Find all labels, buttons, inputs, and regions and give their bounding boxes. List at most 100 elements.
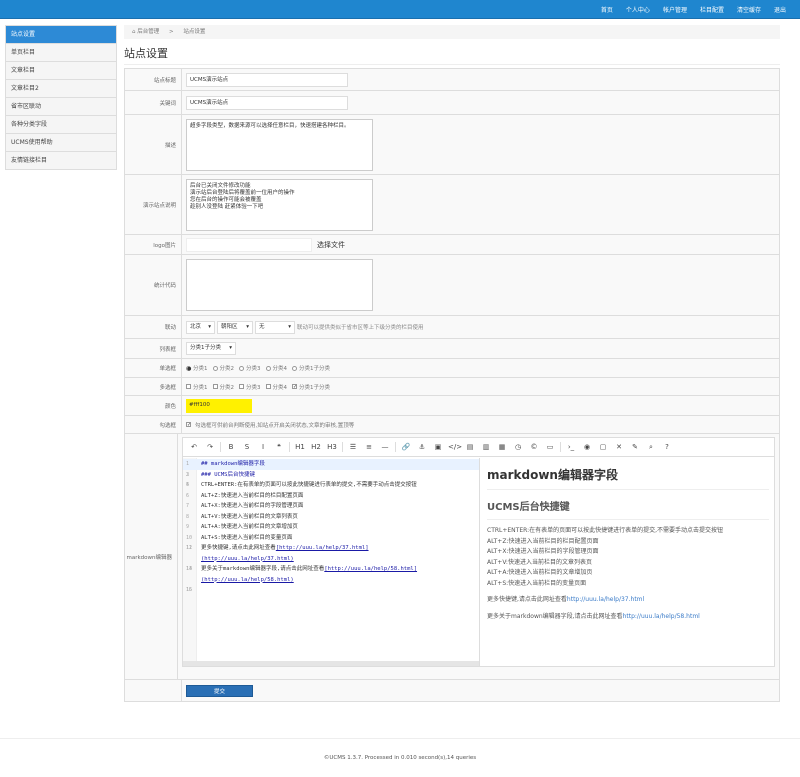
radio-button[interactable] [292, 365, 297, 371]
code-line: 6 ALT+Z:快速进入当前栏目的栏目配置页面 [183, 491, 479, 502]
line-text: ALT+V:快速进入当前栏目的文章列表页 [201, 513, 298, 520]
h1-icon[interactable]: H1 [294, 443, 306, 451]
watch-icon[interactable]: ◉ [581, 443, 593, 451]
line-link-cont[interactable]: (http://uuu.la/help/58.html) [201, 577, 294, 583]
quote-icon[interactable]: ❝ [273, 443, 285, 451]
preview-icon[interactable]: ▢ [597, 443, 609, 451]
checkbox[interactable]: ✓ [292, 384, 297, 390]
search-icon[interactable]: ⌕ [645, 443, 657, 452]
line-link[interactable]: [http://uuu.la/help/37.html] [276, 545, 369, 551]
preview-pane: markdown编辑器字段 UCMS后台快捷键 CTRL+ENTER:在有表单的… [487, 466, 769, 622]
radio-button[interactable] [212, 365, 218, 371]
sidebar-item[interactable]: 各种分类字段 [6, 116, 116, 134]
bold-icon[interactable]: B [225, 443, 237, 451]
line-number: 12 [186, 545, 193, 551]
radio-button[interactable] [239, 365, 244, 371]
line-link[interactable]: [http://uuu.la/help/58.html] [324, 566, 417, 572]
strikethrough-icon[interactable]: S [241, 443, 253, 451]
sidebar-item[interactable]: 文章栏目 [6, 62, 116, 80]
code-icon[interactable]: </> [448, 443, 462, 451]
logo-path-input[interactable] [186, 237, 312, 252]
checkbox-option[interactable]: 分类4 [265, 383, 287, 391]
keywords-input[interactable]: UCMS演示站点 [186, 95, 348, 110]
ordered-list-icon[interactable]: ≡ [363, 443, 375, 451]
datetime-icon[interactable]: ◷ [512, 443, 524, 451]
redo-icon[interactable]: ↷ [204, 443, 216, 451]
image-icon[interactable]: ▣ [432, 443, 444, 451]
checkbox[interactable] [186, 384, 191, 389]
code-line: 9 ALT+A:快速进入当前栏目的文章增加页 [183, 522, 479, 533]
checkbox[interactable] [212, 384, 218, 389]
top-nav-item[interactable]: 清空缓存 [737, 5, 761, 14]
horizontal-scrollbar[interactable] [183, 661, 479, 666]
sidebar-item[interactable]: 站点设置 [6, 26, 116, 44]
choose-file-button[interactable]: 选择文件 [317, 240, 345, 250]
goto-line-icon[interactable]: ›_ [565, 443, 577, 451]
breadcrumb-home[interactable]: 后台管理 [137, 29, 159, 35]
checkbox-option[interactable]: ✓ 分类1子分类 [292, 383, 330, 391]
top-nav: 首页 个人中心 帐户管理 栏目配置 清空缓存 退出 [588, 0, 786, 19]
radio-button[interactable] [265, 365, 271, 371]
street-select[interactable]: 无 ▾ [255, 320, 295, 334]
sidebar-item[interactable]: 省市区联动 [6, 98, 116, 116]
line-text: ALT+S:快速进入当前栏目的变量页面 [201, 534, 293, 541]
preview-link-1[interactable]: http://uuu.la/help/37.html [567, 596, 644, 603]
sidebar-item[interactable]: 文章栏目2 [6, 80, 116, 98]
checkbox-group: 分类1 分类2 分类3 分类4 ✓ 分类1子分类 [182, 378, 779, 395]
checkbox-option[interactable]: 分类2 [212, 383, 234, 391]
top-nav-item[interactable]: 个人中心 [626, 5, 650, 14]
code-block-icon[interactable]: ▤ [464, 443, 476, 451]
radio-option[interactable]: 分类1子分类 [292, 364, 330, 372]
top-nav-item[interactable]: 帐户管理 [663, 5, 687, 14]
site-title-label: 站点标题 [125, 69, 182, 90]
submit-button[interactable]: 提交 [186, 684, 253, 697]
radio-option[interactable]: 分类3 [239, 364, 261, 372]
code-pane[interactable]: 1 ## markdown编辑器字段 2 3 ### UCMS后台快捷键 4 5 CTRL+E… [183, 458, 480, 666]
top-nav-item[interactable]: 栏目配置 [700, 5, 724, 14]
province-select[interactable]: 北京 ▾ [186, 320, 215, 334]
undo-icon[interactable]: ↶ [188, 443, 200, 451]
tick-checkbox[interactable]: ✓ [186, 422, 191, 428]
help-icon[interactable]: ? [661, 443, 673, 451]
preview-link-2[interactable]: http://uuu.la/help/58.html [623, 613, 700, 620]
toolbar-divider [289, 442, 290, 452]
radio-option[interactable]: ● 分类1 [186, 364, 208, 372]
stats-textarea[interactable] [186, 259, 373, 311]
h2-icon[interactable]: H2 [310, 443, 322, 451]
sidebar-item[interactable]: 单页栏目 [6, 44, 116, 62]
sidebar-item[interactable]: UCMS使用帮助 [6, 134, 116, 152]
checkbox-option[interactable]: 分类1 [186, 383, 208, 391]
district-select[interactable]: 朝阳区 ▾ [217, 320, 253, 334]
color-input[interactable]: #fff100 [186, 398, 252, 413]
anchor-icon[interactable]: ⚓ [416, 443, 428, 451]
table-icon[interactable]: ▦ [496, 443, 508, 451]
top-nav-item[interactable]: 首页 [601, 5, 613, 14]
horizontal-rule-icon[interactable]: — [379, 443, 391, 451]
clear-icon[interactable]: ✎ [629, 443, 641, 451]
h3-icon[interactable]: H3 [326, 443, 338, 451]
site-title-input[interactable]: UCMS演示站点 [186, 72, 348, 87]
italic-icon[interactable]: I [257, 443, 269, 451]
radio-option[interactable]: 分类4 [265, 364, 287, 372]
radio-option[interactable]: 分类2 [212, 364, 234, 372]
checkbox[interactable] [239, 384, 244, 389]
checkbox[interactable] [265, 384, 271, 389]
unordered-list-icon[interactable]: ☰ [347, 443, 359, 451]
description-textarea[interactable]: 超多字段类型，数据来源可以选择任意栏目，快速搭建各种栏目。 [186, 118, 373, 171]
code-line: 3 ### UCMS后台快捷键 [183, 470, 479, 481]
preformatted-icon[interactable]: ▥ [480, 443, 492, 451]
preview-h1: markdown编辑器字段 [487, 466, 769, 490]
radio-button[interactable]: ● [186, 365, 191, 371]
link-icon[interactable]: 🔗 [400, 443, 412, 451]
demo-note-textarea[interactable]: 后台已关闭文件修改功能 演示站后台登陆后将覆盖前一位用户的操作 您在后台的操作可… [186, 178, 373, 231]
checkbox-option[interactable]: 分类3 [239, 383, 261, 391]
line-link-cont[interactable]: (http://uuu.la/help/37.html) [201, 556, 294, 562]
line-number: 1 [186, 461, 190, 467]
fullscreen-icon[interactable]: ✕ [613, 443, 625, 451]
radio-group: ● 分类1 分类2 分类3 分类4 分类1子分类 [182, 359, 779, 377]
html-entities-icon[interactable]: ▭ [544, 443, 556, 451]
listbox-select[interactable]: 分类1子分类 ▾ [186, 342, 236, 355]
sidebar-item[interactable]: 友情链接栏目 [6, 152, 116, 170]
emoji-icon[interactable]: © [528, 443, 540, 451]
top-nav-item[interactable]: 退出 [774, 5, 786, 14]
